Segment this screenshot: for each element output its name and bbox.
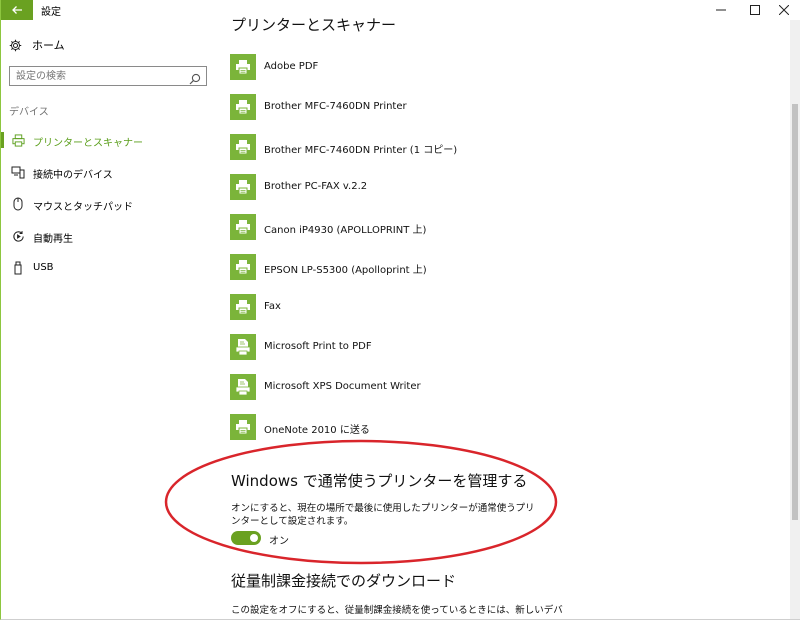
printer-icon bbox=[230, 134, 256, 160]
sidebar-item-label: 接続中のデバイス bbox=[33, 170, 113, 181]
sidebar-item-mouse[interactable]: マウスとタッチパッド bbox=[1, 194, 213, 214]
usb-icon bbox=[11, 261, 25, 275]
printer-icon bbox=[230, 214, 256, 240]
connected-devices-icon bbox=[11, 165, 25, 179]
sidebar-item-autoplay[interactable]: 自動再生 bbox=[1, 226, 213, 246]
minimize-icon bbox=[716, 9, 726, 11]
printer-icon bbox=[230, 174, 256, 200]
printer-item[interactable]: Fax bbox=[230, 294, 770, 324]
printer-icon bbox=[11, 133, 25, 147]
printer-name: Brother MFC-7460DN Printer bbox=[264, 101, 407, 112]
printer-name: EPSON LP-S5300 (Apolloprint 上) bbox=[264, 265, 427, 276]
search-box bbox=[9, 66, 207, 86]
manage-default-toggle[interactable] bbox=[231, 531, 261, 545]
printer-item[interactable]: OneNote 2010 に送る bbox=[230, 414, 770, 444]
printer-item[interactable]: EPSON LP-S5300 (Apolloprint 上) bbox=[230, 254, 770, 284]
close-icon bbox=[779, 5, 789, 15]
printer-icon bbox=[230, 54, 256, 80]
manage-default-description: オンにすると、現在の場所で最後に使用したプリンターが通常使うプリンターとして設定… bbox=[231, 503, 535, 527]
printer-name: Brother MFC-7460DN Printer (1 コピー) bbox=[264, 145, 458, 156]
sidebar-item-connected-devices[interactable]: 接続中のデバイス bbox=[1, 162, 213, 182]
title-bar: 設定 bbox=[1, 0, 800, 20]
metered-download-title: 従量制課金接続でのダウンロード bbox=[231, 572, 457, 590]
scrollbar-thumb[interactable] bbox=[792, 104, 798, 520]
printer-icon bbox=[230, 294, 256, 320]
printer-name: Microsoft Print to PDF bbox=[264, 341, 372, 352]
search-icon[interactable] bbox=[189, 70, 201, 89]
printer-name: Fax bbox=[264, 301, 281, 312]
printer-name: Microsoft XPS Document Writer bbox=[264, 381, 421, 392]
document-printer-icon bbox=[230, 374, 256, 400]
sidebar: ホーム デバイス プリンターとスキャナー 接続中のデバイス bbox=[1, 20, 213, 619]
sidebar-item-label: マウスとタッチパッド bbox=[33, 202, 133, 213]
printer-item[interactable]: Canon iP4930 (APOLLOPRINT 上) bbox=[230, 214, 770, 244]
metered-download-description: この設定をオフにすると、従量制課金接続を使っているときには、新しいデバ bbox=[231, 605, 563, 616]
toggle-state-label: オン bbox=[269, 536, 289, 547]
mouse-icon bbox=[11, 197, 25, 211]
sidebar-item-usb[interactable]: USB bbox=[1, 258, 213, 278]
printer-icon bbox=[230, 414, 256, 440]
printer-name: OneNote 2010 に送る bbox=[264, 425, 370, 436]
printer-item[interactable]: Microsoft XPS Document Writer bbox=[230, 374, 770, 404]
page-title: プリンターとスキャナー bbox=[231, 16, 397, 34]
toggle-knob bbox=[250, 534, 258, 542]
sidebar-item-label: プリンターとスキャナー bbox=[33, 138, 143, 149]
app-title: 設定 bbox=[41, 7, 61, 18]
printer-name: Canon iP4930 (APOLLOPRINT 上) bbox=[264, 225, 427, 236]
gear-icon bbox=[9, 39, 22, 51]
close-button[interactable] bbox=[767, 0, 800, 20]
printer-item[interactable]: Microsoft Print to PDF bbox=[230, 334, 770, 364]
autoplay-icon bbox=[11, 229, 25, 243]
printer-item[interactable]: Brother MFC-7460DN Printer bbox=[230, 94, 770, 124]
main-content: プリンターとスキャナー Adobe PDF Brother MFC-7460DN… bbox=[213, 16, 791, 619]
settings-window: 設定 ホーム デバイス bbox=[0, 0, 800, 620]
sidebar-item-home[interactable]: ホーム bbox=[9, 36, 65, 54]
printer-icon bbox=[230, 254, 256, 280]
manage-default-title: Windows で通常使うプリンターを管理する bbox=[231, 472, 528, 490]
search-input[interactable] bbox=[10, 67, 186, 85]
printer-icon bbox=[230, 94, 256, 120]
back-arrow-icon bbox=[12, 6, 22, 14]
document-printer-icon bbox=[230, 334, 256, 360]
scrollbar[interactable] bbox=[790, 20, 800, 619]
maximize-icon bbox=[750, 5, 760, 15]
active-indicator bbox=[1, 132, 4, 148]
back-button[interactable] bbox=[1, 0, 33, 20]
printer-name: Adobe PDF bbox=[264, 61, 319, 72]
sidebar-item-label: USB bbox=[33, 262, 54, 273]
sidebar-item-printers[interactable]: プリンターとスキャナー bbox=[1, 130, 213, 150]
printer-item[interactable]: Adobe PDF bbox=[230, 54, 770, 84]
sidebar-section-header: デバイス bbox=[9, 107, 49, 118]
minimize-button[interactable] bbox=[704, 0, 738, 20]
printer-item[interactable]: Brother MFC-7460DN Printer (1 コピー) bbox=[230, 134, 770, 164]
sidebar-home-label: ホーム bbox=[32, 39, 65, 52]
printer-name: Brother PC-FAX v.2.2 bbox=[264, 181, 368, 192]
sidebar-item-label: 自動再生 bbox=[33, 234, 73, 245]
printer-item[interactable]: Brother PC-FAX v.2.2 bbox=[230, 174, 770, 204]
